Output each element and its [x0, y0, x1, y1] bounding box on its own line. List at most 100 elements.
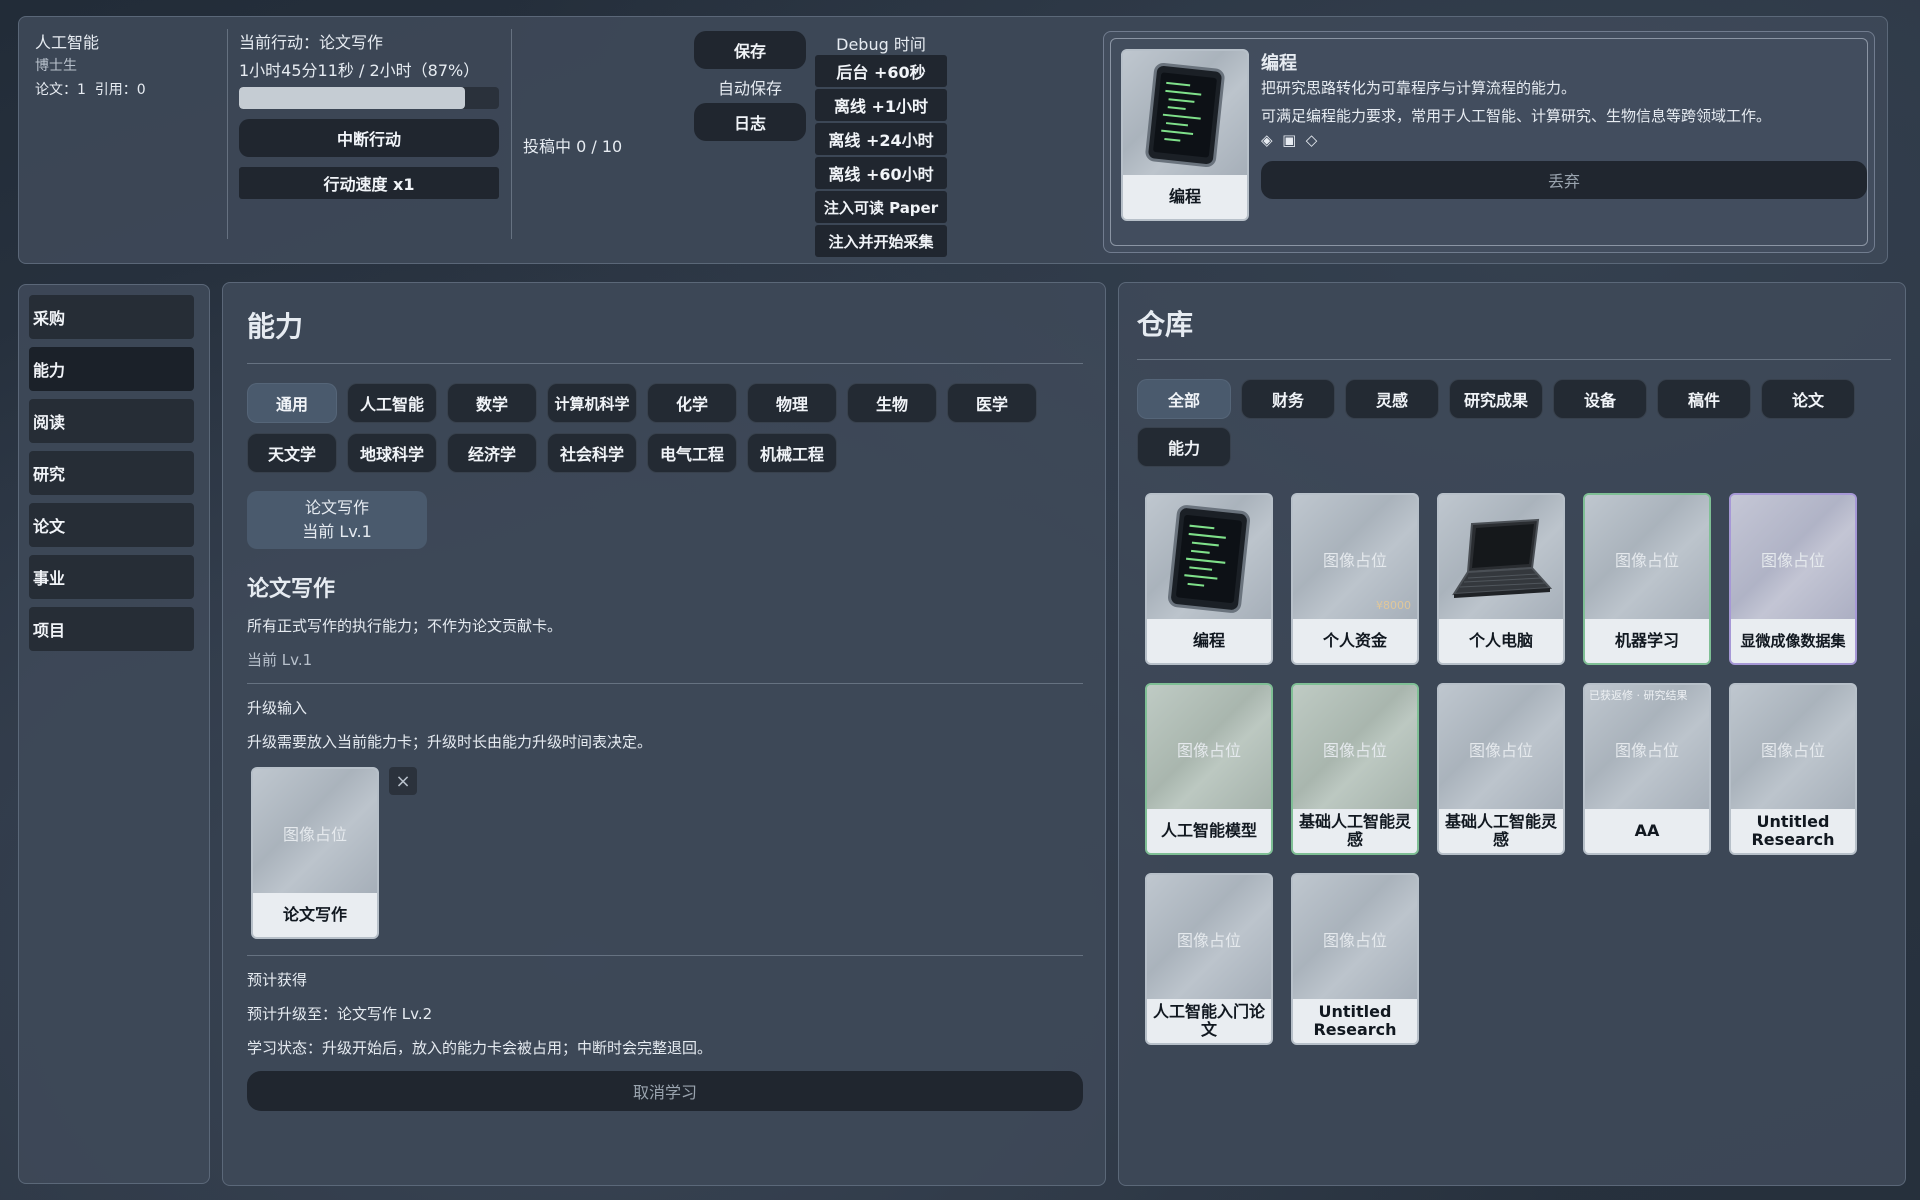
placeholder-text: 图像占位 — [1322, 741, 1387, 760]
card-art: 图像占位 — [1147, 875, 1271, 1003]
divider — [227, 29, 228, 239]
autosave-label: 自动保存 — [717, 79, 782, 98]
inventory-card[interactable]: 图像占位 人工智能入门论文 — [1145, 873, 1273, 1045]
sidebar-item-career[interactable]: 事业 — [29, 555, 194, 599]
inventory-card[interactable]: 图像占位 基础人工智能灵感 — [1437, 683, 1565, 855]
placeholder-text: 图像占位 — [1176, 931, 1241, 950]
tab-mechanical[interactable]: 机械工程 — [747, 433, 837, 473]
tab-all[interactable]: 全部 — [1137, 379, 1231, 419]
tab-cs[interactable]: 计算机科学 — [547, 383, 637, 423]
card-art — [1147, 495, 1271, 623]
sidebar-item-research[interactable]: 研究 — [29, 451, 194, 495]
tab-earth-science[interactable]: 地球科学 — [347, 433, 437, 473]
divider — [247, 683, 1083, 684]
tab-results[interactable]: 研究成果 — [1449, 379, 1543, 419]
remove-card-button[interactable]: × — [389, 767, 417, 795]
inventory-card[interactable]: 编程 — [1145, 493, 1273, 665]
debug-title: Debug 时间 — [836, 35, 926, 54]
interrupt-action-button[interactable]: 中断行动 — [239, 119, 499, 157]
card-label: 个人资金 — [1293, 619, 1417, 663]
inventory-card[interactable]: 图像占位 Untitled Research — [1729, 683, 1857, 855]
inventory-card[interactable]: 图像占位 已获返修 · 研究结果 AA — [1583, 683, 1711, 855]
profile-degree: 博士生 — [35, 58, 77, 74]
detail-card-art — [1123, 51, 1247, 179]
code-tablet-icon — [1167, 505, 1251, 613]
tab-astronomy[interactable]: 天文学 — [247, 433, 337, 473]
profile-name: 人工智能 — [35, 33, 100, 52]
debug-offline-24h-button[interactable]: 离线 +24小时 — [815, 123, 947, 155]
tab-equipment[interactable]: 设备 — [1553, 379, 1647, 419]
card-label: 显微成像数据集 — [1731, 619, 1855, 663]
inventory-card[interactable]: 图像占位 Untitled Research — [1291, 873, 1419, 1045]
tab-finance[interactable]: 财务 — [1241, 379, 1335, 419]
debug-offline-1h-button[interactable]: 离线 +1小时 — [815, 89, 947, 121]
tab-chemistry[interactable]: 化学 — [647, 383, 737, 423]
inventory-card[interactable]: 个人电脑 — [1437, 493, 1565, 665]
card-label: 人工智能模型 — [1147, 809, 1271, 853]
card-label: Untitled Research — [1293, 999, 1417, 1043]
card-money-tag: ¥8000 — [1376, 599, 1411, 612]
tab-economics[interactable]: 经济学 — [447, 433, 537, 473]
sidebar: 采购 能力 阅读 研究 论文 事业 项目 — [18, 284, 210, 1184]
inventory-card[interactable]: 图像占位 ¥8000 个人资金 — [1291, 493, 1419, 665]
action-speed-button[interactable]: 行动速度 x1 — [239, 167, 499, 199]
discard-button[interactable]: 丢弃 — [1261, 161, 1867, 199]
card-label: Untitled Research — [1731, 809, 1855, 853]
action-time: 1小时45分11秒 / 2小时（87%） — [239, 61, 480, 80]
inventory-card[interactable]: 图像占位 基础人工智能灵感 — [1291, 683, 1419, 855]
skill-chip-writing[interactable]: 论文写作 当前 Lv.1 — [247, 491, 427, 549]
inventory-card[interactable]: 图像占位 人工智能模型 — [1145, 683, 1273, 855]
debug-bg-60s-button[interactable]: 后台 +60秒 — [815, 55, 947, 87]
skill-chip-level: 当前 Lv.1 — [302, 522, 372, 541]
tab-inspiration[interactable]: 灵感 — [1345, 379, 1439, 419]
tab-biology[interactable]: 生物 — [847, 383, 937, 423]
tab-ai[interactable]: 人工智能 — [347, 383, 437, 423]
sidebar-item-projects[interactable]: 项目 — [29, 607, 194, 651]
card-art: 图像占位 — [253, 769, 377, 897]
top-bar: 人工智能 博士生 论文：1 引用：0 当前行动：论文写作 1小时45分11秒 /… — [18, 16, 1888, 264]
tab-math[interactable]: 数学 — [447, 383, 537, 423]
log-button[interactable]: 日志 — [694, 103, 806, 141]
card-art: 图像占位 — [1585, 495, 1709, 623]
placeholder-text: 图像占位 — [1614, 741, 1679, 760]
detail-title: 编程 — [1261, 53, 1297, 74]
sidebar-item-ability[interactable]: 能力 — [29, 347, 194, 391]
detail-card[interactable]: 编程 — [1121, 49, 1249, 221]
sidebar-item-reading[interactable]: 阅读 — [29, 399, 194, 443]
debug-offline-60h-button[interactable]: 离线 +60小时 — [815, 157, 947, 189]
card-art: 图像占位 — [1293, 685, 1417, 813]
detail-desc-2: 可满足编程能力要求，常用于人工智能、计算研究、生物信息等跨领域工作。 — [1261, 107, 1772, 125]
tab-social-science[interactable]: 社会科学 — [547, 433, 637, 473]
upgrade-desc: 升级需要放入当前能力卡；升级时长由能力升级时间表决定。 — [247, 733, 653, 751]
divider — [511, 29, 512, 239]
sidebar-item-purchase[interactable]: 采购 — [29, 295, 194, 339]
debug-inject-collect-button[interactable]: 注入并开始采集 — [815, 225, 947, 257]
ability-title: 能力 — [247, 310, 304, 343]
tab-electrical[interactable]: 电气工程 — [647, 433, 737, 473]
upgrade-slot-card[interactable]: 图像占位 论文写作 — [251, 767, 379, 939]
detail-tag-icons: ◈ ▣ ◇ — [1261, 131, 1318, 149]
divider — [247, 955, 1083, 956]
tab-manuscripts[interactable]: 稿件 — [1657, 379, 1751, 419]
tab-abilities[interactable]: 能力 — [1137, 427, 1231, 467]
card-art: 图像占位 — [1731, 685, 1855, 813]
divider — [1137, 359, 1891, 360]
warehouse-panel: 仓库 全部 财务 灵感 研究成果 设备 稿件 论文 能力 编程 图像占位 ¥80… — [1118, 282, 1906, 1186]
card-art: 图像占位 — [1147, 685, 1271, 813]
tab-medicine[interactable]: 医学 — [947, 383, 1037, 423]
tab-general[interactable]: 通用 — [247, 383, 337, 423]
detail-desc-1: 把研究思路转化为可靠程序与计算流程的能力。 — [1261, 79, 1577, 97]
card-art: 图像占位 — [1439, 685, 1563, 813]
inventory-card[interactable]: 图像占位 机器学习 — [1583, 493, 1711, 665]
save-button[interactable]: 保存 — [694, 31, 806, 69]
placeholder-text: 图像占位 — [1322, 931, 1387, 950]
sidebar-item-papers[interactable]: 论文 — [29, 503, 194, 547]
tab-papers[interactable]: 论文 — [1761, 379, 1855, 419]
detail-card-label: 编程 — [1123, 175, 1247, 219]
inventory-card[interactable]: 图像占位 显微成像数据集 — [1729, 493, 1857, 665]
debug-inject-paper-button[interactable]: 注入可读 Paper — [815, 191, 947, 223]
current-action: 当前行动：论文写作 — [239, 33, 384, 52]
warehouse-title: 仓库 — [1137, 308, 1194, 341]
cancel-study-button[interactable]: 取消学习 — [247, 1071, 1083, 1111]
tab-physics[interactable]: 物理 — [747, 383, 837, 423]
